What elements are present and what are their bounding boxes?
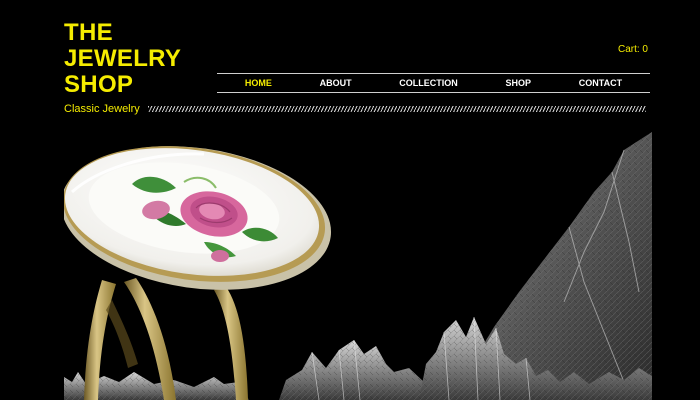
hatch-divider (148, 106, 646, 112)
page: THE JEWELRY SHOP Classic Jewelry Cart: 0… (0, 0, 700, 400)
nav-home[interactable]: HOME (245, 78, 272, 88)
nav-about[interactable]: ABOUT (320, 78, 352, 88)
nav-collection[interactable]: COLLECTION (399, 78, 458, 88)
main-nav: HOME ABOUT COLLECTION SHOP CONTACT (217, 73, 650, 93)
hero-illustration (64, 132, 652, 400)
hero-image (64, 132, 652, 400)
cart-link[interactable]: Cart: 0 (618, 44, 648, 55)
tagline: Classic Jewelry (64, 103, 140, 115)
site-logo[interactable]: THE JEWELRY SHOP (64, 20, 204, 98)
nav-contact[interactable]: CONTACT (579, 78, 622, 88)
nav-shop[interactable]: SHOP (506, 78, 532, 88)
